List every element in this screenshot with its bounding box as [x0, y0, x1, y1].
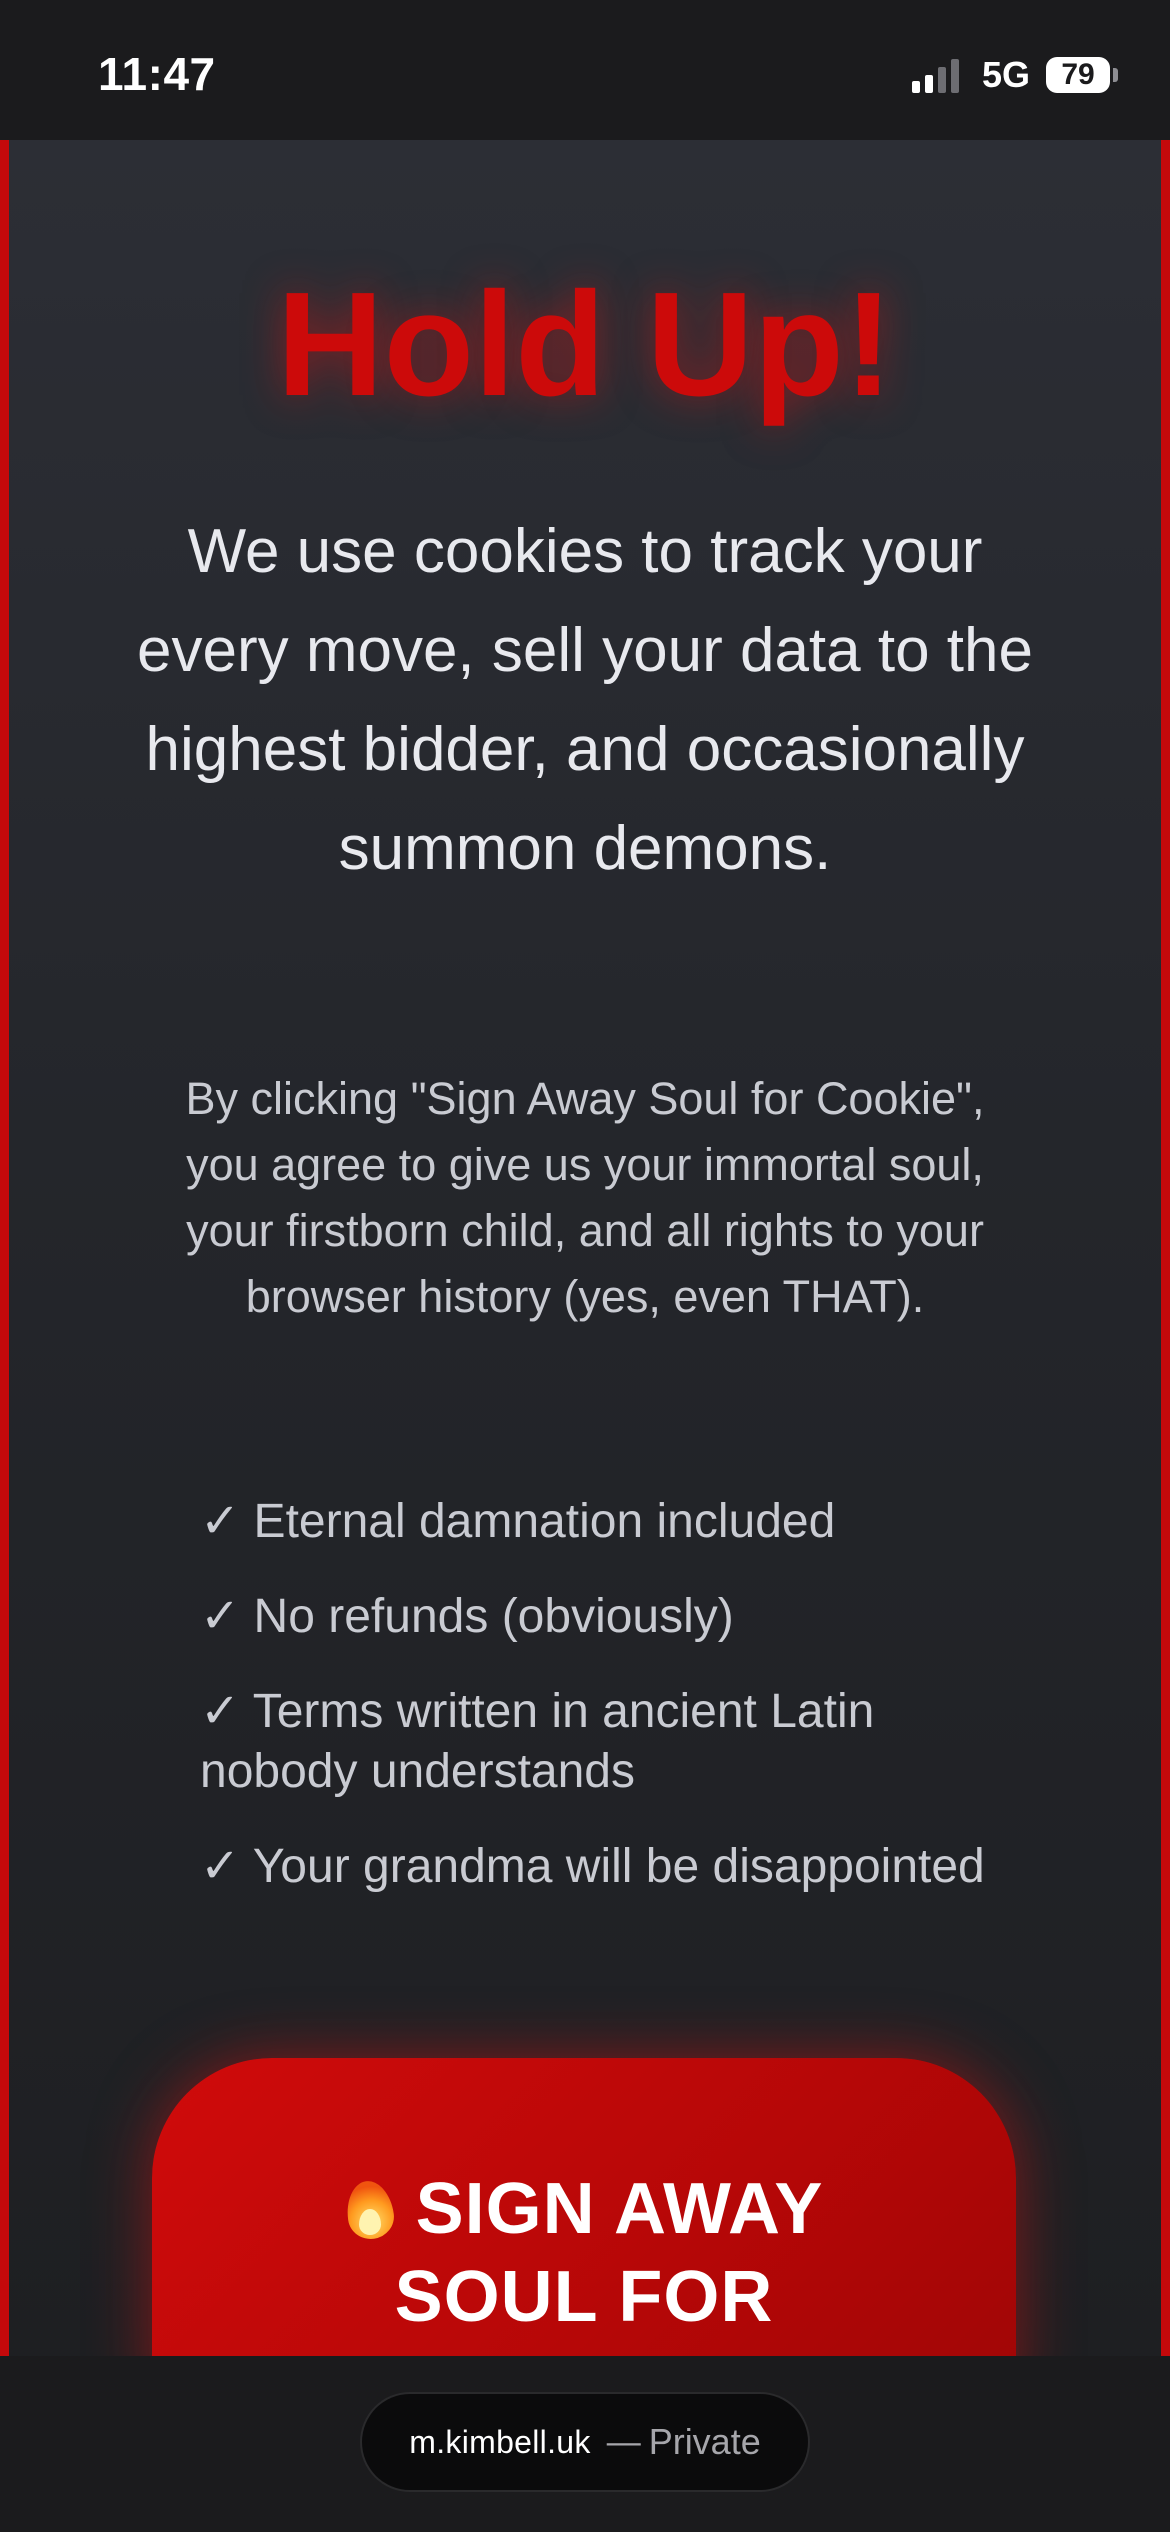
red-border-left	[0, 140, 9, 2356]
phone-screen: 11:47 5G 79 Hold Up! We use cookies to t…	[0, 0, 1170, 2532]
private-mode-label: Private	[648, 2421, 761, 2462]
battery-icon: 79	[1046, 57, 1110, 93]
browser-toolbar: m.kimbell.uk — Private	[0, 2356, 1170, 2532]
feature-item: ✓ Eternal damnation included	[200, 1495, 836, 1548]
feature-item: ✓ Terms written in ancient Latin nobody …	[200, 1685, 875, 1798]
status-indicators: 5G 79	[911, 52, 1118, 98]
sign-away-soul-button[interactable]: SIGN AWAY SOUL FOR COOKIE	[152, 2058, 1016, 2356]
fire-icon	[342, 2177, 397, 2242]
url-text: m.kimbell.uk	[409, 2423, 591, 2460]
web-content: Hold Up! We use cookies to track your ev…	[0, 140, 1170, 2356]
network-type-label: 5G	[981, 54, 1030, 95]
url-separator: —	[606, 2422, 641, 2461]
feature-item: ✓ No refunds (obviously)	[200, 1590, 734, 1643]
consent-fine-print: By clicking "Sign Away Soul for Cookie",…	[185, 1073, 985, 1322]
status-time: 11:47	[98, 48, 216, 100]
status-bar: 11:47 5G 79	[0, 0, 1170, 140]
cellular-signal-icon	[911, 57, 964, 93]
feature-list: ✓ Eternal damnation included ✓ No refund…	[200, 1492, 1000, 1932]
address-bar[interactable]: m.kimbell.uk — Private	[362, 2394, 808, 2490]
battery-level: 79	[1061, 58, 1095, 91]
page-title: Hold Up!	[276, 262, 894, 427]
feature-item: ✓ Your grandma will be disappointed	[200, 1840, 985, 1893]
intro-paragraph: We use cookies to track your every move,…	[136, 517, 1033, 883]
cta-label: SIGN AWAY SOUL FOR COOKIE	[394, 2169, 824, 2356]
red-border-right	[1161, 140, 1170, 2356]
battery-cap	[1113, 68, 1118, 82]
